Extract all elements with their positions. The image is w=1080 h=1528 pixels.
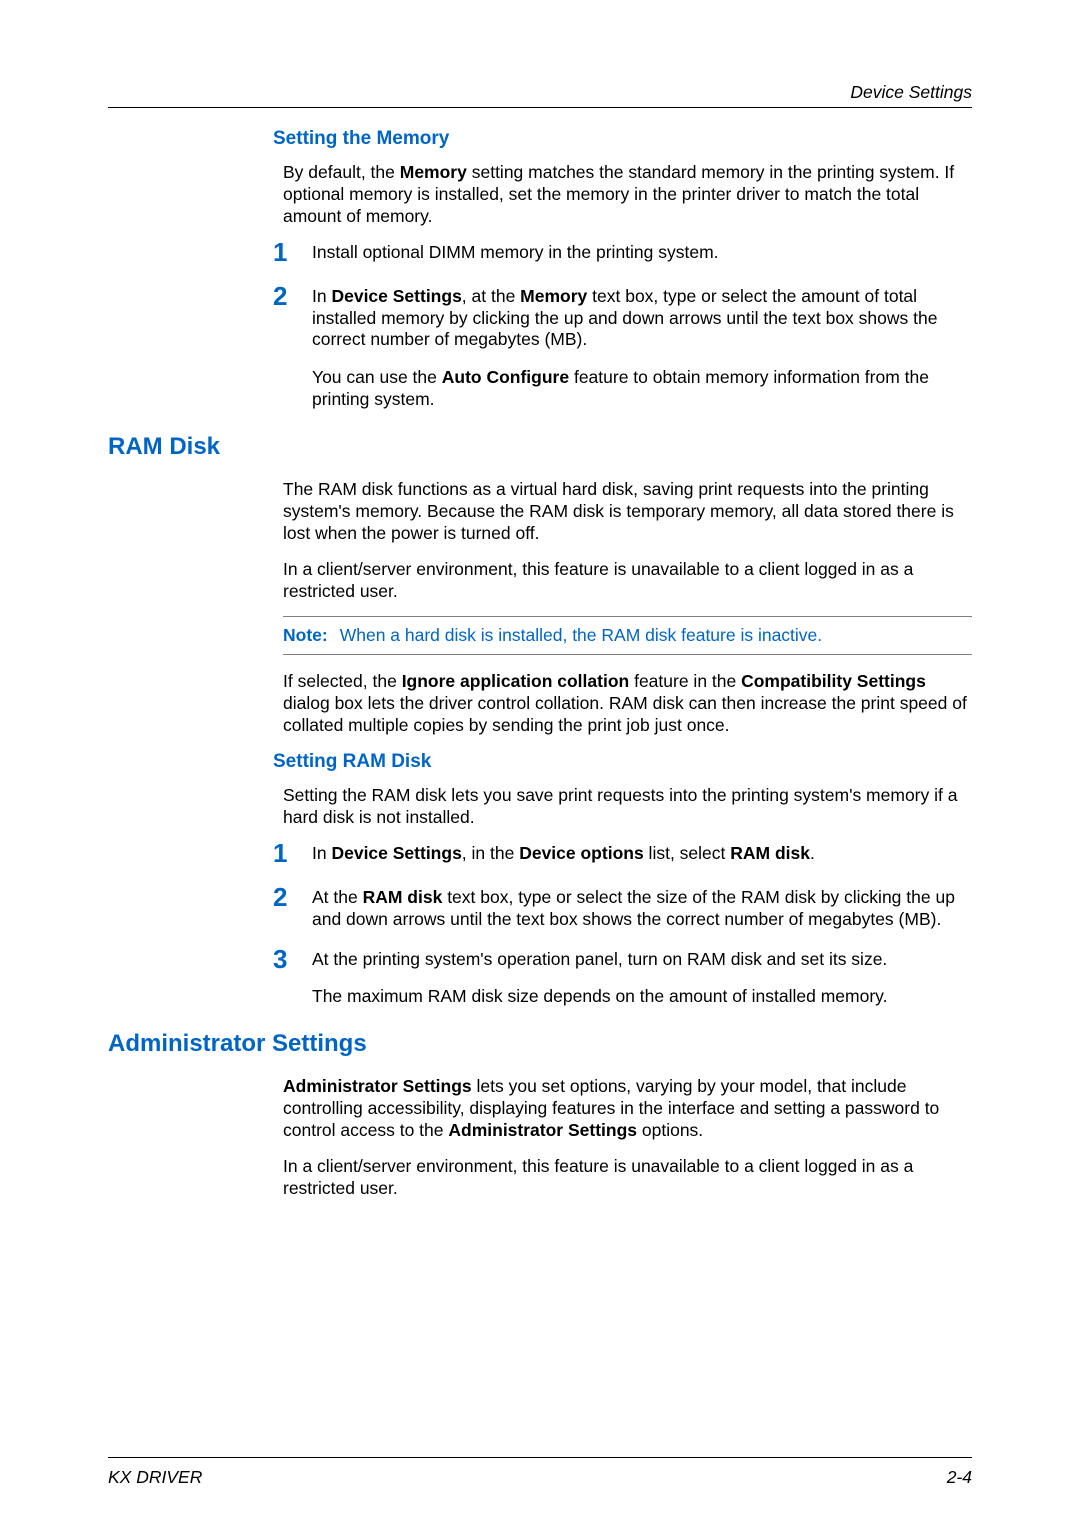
page-header: Device Settings [108,82,972,108]
text: feature in the [629,671,741,691]
step-row: 2 In Device Settings, at the Memory text… [273,286,972,411]
note-label: Note: [283,625,328,645]
paragraph: If selected, the Ignore application coll… [283,671,972,737]
page: Device Settings Setting the Memory By de… [0,0,1080,1528]
step-text: Install optional DIMM memory in the prin… [312,242,972,264]
text: , in the [462,843,519,863]
text-bold: Administrator Settings [448,1120,637,1140]
footer-left: KX DRIVER [108,1467,202,1488]
heading-administrator-settings: Administrator Settings [108,1030,972,1058]
paragraph: Administrator Settings lets you set opti… [283,1076,972,1142]
step-row: 1 Install optional DIMM memory in the pr… [273,242,972,268]
footer-right: 2-4 [947,1467,972,1488]
step-text: In Device Settings, at the Memory text b… [312,286,972,411]
text: list, select [644,843,731,863]
header-rule [108,107,972,108]
paragraph: In Device Settings, in the Device option… [312,843,972,865]
note-text: When a hard disk is installed, the RAM d… [340,625,822,645]
content: Setting the Memory By default, the Memor… [108,128,972,1200]
text: In [312,843,331,863]
text: Install optional DIMM memory in the prin… [312,242,972,264]
text: , at the [462,286,520,306]
text: You can use the [312,367,442,387]
step-row: 1 In Device Settings, in the Device opti… [273,843,972,869]
text: By default, the [283,162,400,182]
text-bold: Administrator Settings [283,1076,472,1096]
heading-setting-the-memory: Setting the Memory [273,128,972,150]
step-text: In Device Settings, in the Device option… [312,843,972,865]
text-bold: RAM disk [730,843,810,863]
header-section-label: Device Settings [108,82,972,103]
text-bold: Device options [519,843,643,863]
text: dialog box lets the driver control colla… [283,693,967,735]
text-bold: Auto Configure [442,367,569,387]
text-bold: RAM disk [363,887,443,907]
text: If selected, the [283,671,402,691]
paragraph: Setting the RAM disk lets you save print… [283,785,972,829]
paragraph: You can use the Auto Configure feature t… [312,367,972,411]
step-number: 2 [273,283,293,309]
paragraph: At the printing system's operation panel… [312,949,972,971]
paragraph: In a client/server environment, this fea… [283,559,972,603]
heading-ram-disk: RAM Disk [108,433,972,461]
text: At the [312,887,363,907]
footer-rule [108,1457,972,1458]
text: options. [637,1120,703,1140]
paragraph: In Device Settings, at the Memory text b… [312,286,972,352]
step-number: 3 [273,946,293,972]
step-number: 1 [273,239,293,265]
paragraph: In a client/server environment, this fea… [283,1156,972,1200]
step-text: At the RAM disk text box, type or select… [312,887,972,931]
text-bold: Ignore application collation [402,671,630,691]
text-bold: Device Settings [331,843,461,863]
text: In [312,286,331,306]
text-bold: Device Settings [331,286,461,306]
text-bold: Memory [520,286,587,306]
step-number: 2 [273,884,293,910]
paragraph: The RAM disk functions as a virtual hard… [283,479,972,545]
text: . [810,843,815,863]
heading-setting-ram-disk: Setting RAM Disk [273,751,972,773]
paragraph: By default, the Memory setting matches t… [283,162,972,228]
text-bold: Memory [400,162,467,182]
step-text: At the printing system's operation panel… [312,949,972,1009]
step-number: 1 [273,840,293,866]
step-row: 2 At the RAM disk text box, type or sele… [273,887,972,931]
paragraph: The maximum RAM disk size depends on the… [312,986,972,1008]
text-bold: Compatibility Settings [741,671,926,691]
paragraph: At the RAM disk text box, type or select… [312,887,972,931]
note-box: Note: When a hard disk is installed, the … [283,616,972,655]
step-row: 3 At the printing system's operation pan… [273,949,972,1009]
